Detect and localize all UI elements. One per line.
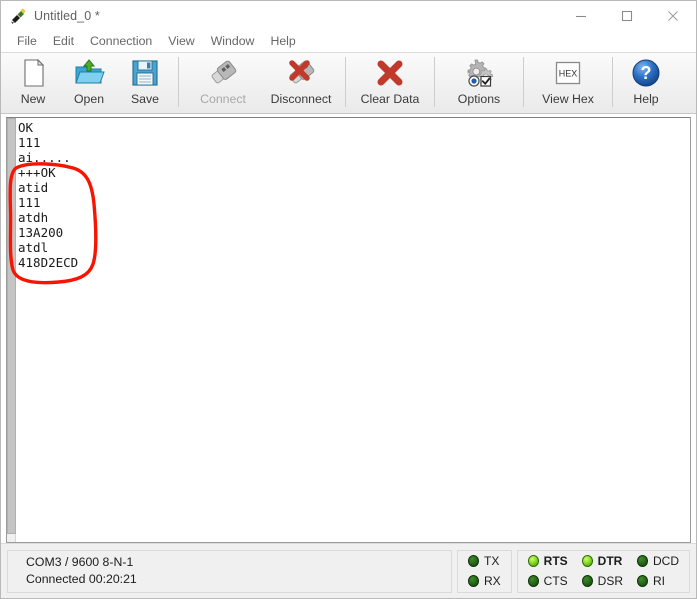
status-bar: COM3 / 9600 8-N-1 Connected 00:20:21 TX … — [1, 543, 696, 598]
cts-led-icon — [527, 575, 539, 587]
rts-indicator: RTS — [527, 552, 568, 570]
gears-options-icon — [462, 57, 496, 89]
usb-dongle-red-x-icon — [284, 57, 318, 89]
view-hex-button-label: View Hex — [542, 92, 594, 106]
connect-button-label: Connect — [200, 92, 246, 106]
menu-item-file[interactable]: File — [9, 31, 45, 52]
open-folder-icon — [72, 57, 106, 89]
rx-led-icon — [467, 575, 479, 587]
tx-label: TX — [483, 554, 500, 568]
open-button-label: Open — [73, 92, 105, 106]
tx-indicator: TX — [467, 552, 501, 570]
dsr-led-icon — [581, 575, 593, 587]
dcd-label: DCD — [653, 554, 679, 568]
floppy-disk-icon — [128, 57, 162, 89]
serial-terminal-icon — [9, 7, 27, 25]
menu-item-edit[interactable]: Edit — [45, 31, 82, 52]
svg-text:?: ? — [641, 63, 652, 83]
terminal-vertical-scrollbar[interactable] — [7, 118, 16, 542]
toolbar-separator-2 — [345, 57, 346, 107]
red-x-icon — [373, 57, 407, 89]
view-hex-button[interactable]: HEX View Hex — [529, 53, 607, 111]
scrollbar-thumb[interactable] — [7, 118, 16, 534]
dsr-label: DSR — [597, 574, 623, 588]
signal-indicator-panel: RTS CTS DTR DSR DCD RI — [516, 549, 690, 593]
maximize-icon[interactable] — [604, 1, 650, 31]
save-button[interactable]: Save — [117, 53, 173, 111]
txrx-led-grid: TX RX — [467, 552, 501, 590]
disconnect-button[interactable]: Disconnect — [262, 53, 340, 111]
hex-box-icon: HEX — [551, 57, 585, 89]
clear-data-button-label: Clear Data — [360, 92, 420, 106]
menu-item-help[interactable]: Help — [262, 31, 303, 52]
toolbar-separator-4 — [523, 57, 524, 107]
clear-data-button[interactable]: Clear Data — [351, 53, 429, 111]
menu-item-view[interactable]: View — [160, 31, 202, 52]
dtr-indicator: DTR — [581, 552, 623, 570]
port-info-text: COM3 / 9600 8-N-1 — [26, 555, 134, 569]
cts-indicator: CTS — [527, 572, 568, 590]
ri-label: RI — [653, 574, 665, 588]
ri-led-icon — [637, 575, 648, 587]
menu-item-window[interactable]: Window — [203, 31, 263, 52]
dsr-indicator: DSR — [581, 572, 623, 590]
rx-indicator: RX — [467, 572, 501, 590]
save-button-label: Save — [130, 92, 160, 106]
new-document-icon — [16, 57, 50, 89]
ri-indicator: RI — [637, 572, 679, 590]
cts-label: CTS — [543, 574, 568, 588]
serial-terminal-window: Untitled_0 * File Edit Connection View W… — [0, 0, 697, 599]
close-icon[interactable] — [650, 1, 696, 31]
dtr-led-icon — [581, 555, 593, 567]
dcd-led-icon — [637, 555, 648, 567]
rts-led-icon — [527, 555, 539, 567]
toolbar-separator-5 — [612, 57, 613, 107]
new-button[interactable]: New — [5, 53, 61, 111]
window-title: Untitled_0 * — [34, 9, 100, 23]
menu-item-connection[interactable]: Connection — [82, 31, 160, 52]
terminal-area[interactable]: OK 111 ai..... +++OK atid 111 atdh 13A20… — [6, 117, 691, 543]
dtr-label: DTR — [597, 554, 623, 568]
disconnect-button-label: Disconnect — [270, 92, 332, 106]
open-button[interactable]: Open — [61, 53, 117, 111]
toolbar: New Open Save Connect Disconnect Clear D… — [1, 52, 696, 114]
help-button[interactable]: ? Help — [618, 53, 674, 111]
options-button-label: Options — [457, 92, 501, 106]
window-controls — [558, 1, 696, 31]
toolbar-separator — [178, 57, 179, 107]
menu-bar: File Edit Connection View Window Help — [1, 31, 696, 52]
terminal-output-text: OK 111 ai..... +++OK atid 111 atdh 13A20… — [18, 120, 79, 270]
dcd-indicator: DCD — [637, 552, 679, 570]
connection-status-text: Connected 00:20:21 — [26, 572, 137, 586]
minimize-icon[interactable] — [558, 1, 604, 31]
toolbar-separator-3 — [434, 57, 435, 107]
blue-question-help-icon: ? — [629, 57, 663, 89]
usb-dongle-icon — [206, 57, 240, 89]
new-button-label: New — [20, 92, 46, 106]
tx-led-icon — [467, 555, 479, 567]
rx-label: RX — [483, 574, 501, 588]
options-button[interactable]: Options — [440, 53, 518, 111]
signal-led-grid: RTS CTS DTR DSR DCD RI — [527, 552, 679, 590]
svg-text:HEX: HEX — [559, 69, 578, 79]
txrx-indicator-panel: TX RX — [456, 549, 512, 593]
rts-label: RTS — [543, 554, 568, 568]
title-bar: Untitled_0 * — [1, 1, 696, 31]
help-button-label: Help — [633, 92, 659, 106]
connect-button[interactable]: Connect — [184, 53, 262, 111]
connection-info-panel: COM3 / 9600 8-N-1 Connected 00:20:21 — [7, 549, 452, 593]
